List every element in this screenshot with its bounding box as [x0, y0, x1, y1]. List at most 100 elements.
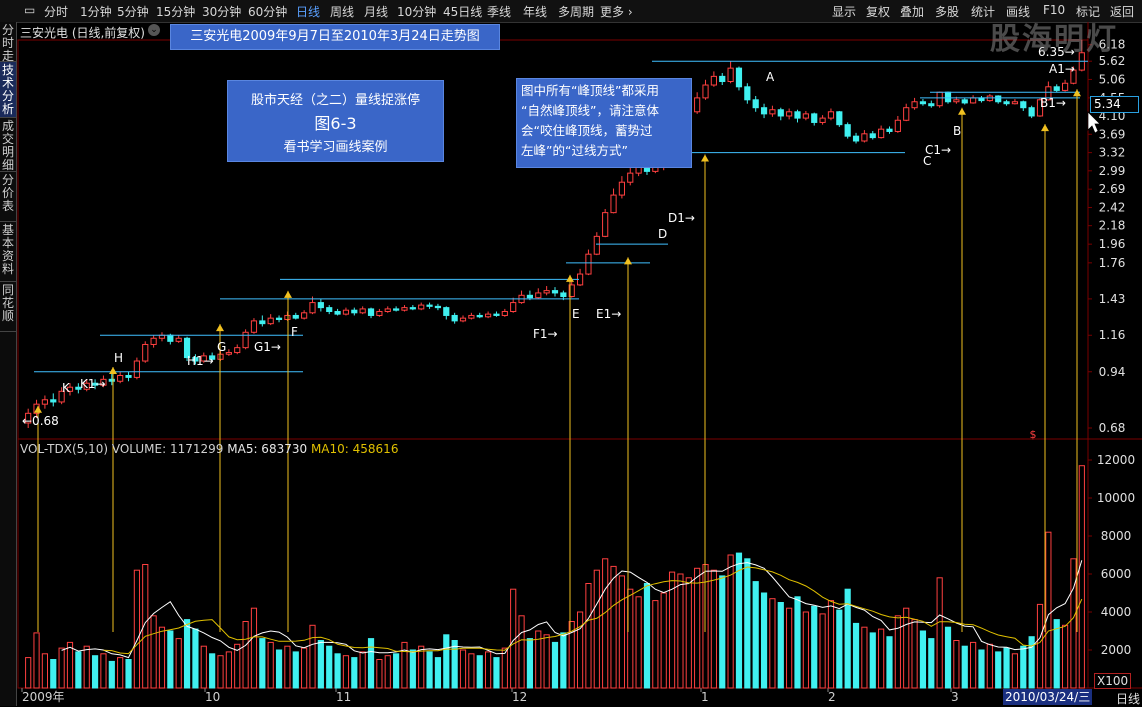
- toolbar-item[interactable]: 多周期: [558, 3, 594, 20]
- candle-body: [133, 360, 140, 378]
- volume-bar: [978, 649, 985, 689]
- toolbar-item[interactable]: 月线: [364, 3, 388, 20]
- candle-body: [142, 343, 149, 362]
- volume-bar: [878, 628, 885, 689]
- sidebar-tab[interactable]: 分时走势: [0, 22, 16, 76]
- period-label[interactable]: 日线: [1116, 690, 1140, 707]
- volume-bar: [560, 632, 567, 689]
- sidebar-tab[interactable]: 同花顺: [0, 282, 16, 332]
- volume-bar: [510, 588, 517, 689]
- volume-bar: [970, 641, 977, 689]
- info-line-2: 图6-3: [314, 114, 357, 133]
- stock-name: 三安光电 (日线,前复权): [20, 26, 145, 40]
- note-line: 左峰”的“过线方式”: [521, 143, 628, 158]
- volume-bar: [836, 609, 843, 689]
- toolbar-item[interactable]: 分时: [44, 3, 68, 20]
- volume-bar: [1053, 619, 1060, 689]
- candle-body: [100, 378, 107, 386]
- candle-body: [501, 310, 508, 316]
- volume-bar: [217, 655, 224, 689]
- candle-body: [376, 310, 383, 316]
- volume-bar: [367, 638, 375, 689]
- sidebar-tab[interactable]: 分价表: [0, 172, 16, 222]
- arrow-head: [624, 257, 632, 265]
- peak-label: G1→: [254, 340, 281, 354]
- volume-bar: [760, 592, 768, 689]
- candle-body: [209, 355, 216, 360]
- toolbar-action[interactable]: 叠加: [900, 3, 924, 20]
- volume-tick-label: 12000: [1097, 453, 1135, 467]
- sidebar-tab[interactable]: 技术分析: [0, 62, 16, 118]
- volume-bar: [802, 611, 809, 689]
- toolbar-item[interactable]: 周线: [330, 3, 354, 20]
- volume-bar: [267, 641, 274, 689]
- candle-body: [225, 352, 232, 355]
- volume-bar: [225, 651, 232, 689]
- volume-bar: [518, 615, 525, 689]
- volume-bar: [827, 600, 835, 689]
- candle-body: [618, 181, 625, 196]
- toolbar-item[interactable]: 10分钟: [397, 3, 436, 20]
- volume-tick-label: 10000: [1097, 491, 1135, 505]
- price-tick-label: 2.18: [1099, 219, 1126, 233]
- candle-body: [752, 99, 759, 109]
- note-box: 图中所有“峰顶线”都采用 “自然峰顶线”，请注意体 会“咬住峰顶线，蓄势过 左峰…: [516, 78, 692, 168]
- volume-bar: [660, 592, 667, 689]
- candle-body: [242, 331, 249, 349]
- candle-body: [961, 99, 968, 104]
- sidebar-tab[interactable]: 成交明细: [0, 118, 16, 172]
- toolbar-item[interactable]: 60分钟: [248, 3, 287, 20]
- arrow-head: [958, 107, 966, 115]
- volume-bar: [476, 655, 483, 689]
- window-icon[interactable]: ▭: [24, 3, 35, 17]
- note-line: 会“咬住峰顶线，蓄势过: [521, 123, 653, 138]
- candle-body: [267, 317, 274, 325]
- volume-bar: [727, 554, 734, 689]
- toolbar-item[interactable]: 45日线: [443, 3, 482, 20]
- candle-body: [903, 107, 910, 121]
- toolbar-item[interactable]: 30分钟: [202, 3, 241, 20]
- candle-body: [777, 109, 784, 117]
- volume-bar: [735, 552, 743, 689]
- candle-body: [919, 101, 927, 105]
- volume-bar: [627, 588, 634, 689]
- volume-bar: [903, 607, 910, 689]
- note-line: 图中所有“峰顶线”都采用: [521, 83, 659, 98]
- candle-body: [326, 307, 333, 312]
- toolbar-item[interactable]: 日线: [296, 3, 320, 20]
- candle-body: [275, 317, 283, 321]
- sidebar-tab[interactable]: 基本资料: [0, 222, 16, 282]
- candle-body: [1003, 101, 1010, 105]
- candle-body: [585, 253, 592, 275]
- volume-bar: [234, 643, 241, 689]
- volume-indicator-label[interactable]: VOL-TDX(5,10): [20, 442, 108, 456]
- toolbar-item[interactable]: 年线: [523, 3, 547, 20]
- volume-bar: [376, 659, 383, 689]
- price-tick-label: 1.43: [1099, 292, 1126, 306]
- candle-body: [970, 97, 977, 104]
- toolbar-item[interactable]: 5分钟: [117, 3, 149, 20]
- stock-dropdown-icon[interactable]: ⌄: [148, 24, 160, 36]
- toolbar-action[interactable]: 复权: [866, 3, 890, 20]
- volume-bar: [610, 565, 617, 689]
- volume-value: VOLUME: 1171299: [111, 442, 224, 456]
- toolbar-item[interactable]: 1分钟: [80, 3, 112, 20]
- candle-body: [727, 67, 734, 83]
- candle-body: [869, 133, 876, 139]
- candle-body: [1028, 107, 1035, 117]
- candle-body: [393, 308, 400, 311]
- x-tick-label: 11: [336, 690, 351, 704]
- candle-body: [852, 135, 860, 142]
- volume-bar: [242, 621, 249, 689]
- toolbar-action[interactable]: 多股: [935, 3, 959, 20]
- toolbar-action[interactable]: 显示: [832, 3, 856, 20]
- toolbar-item[interactable]: 15分钟: [156, 3, 195, 20]
- volume-bar: [685, 577, 692, 689]
- toolbar-item[interactable]: 更多 ›: [600, 3, 633, 20]
- ma10-value: MA10: 458616: [310, 442, 399, 456]
- peak-label: B: [953, 124, 961, 138]
- candle-body: [125, 375, 132, 378]
- toolbar-item[interactable]: 季线: [487, 3, 511, 20]
- arrow-head: [109, 367, 117, 375]
- volume-bar: [317, 640, 324, 689]
